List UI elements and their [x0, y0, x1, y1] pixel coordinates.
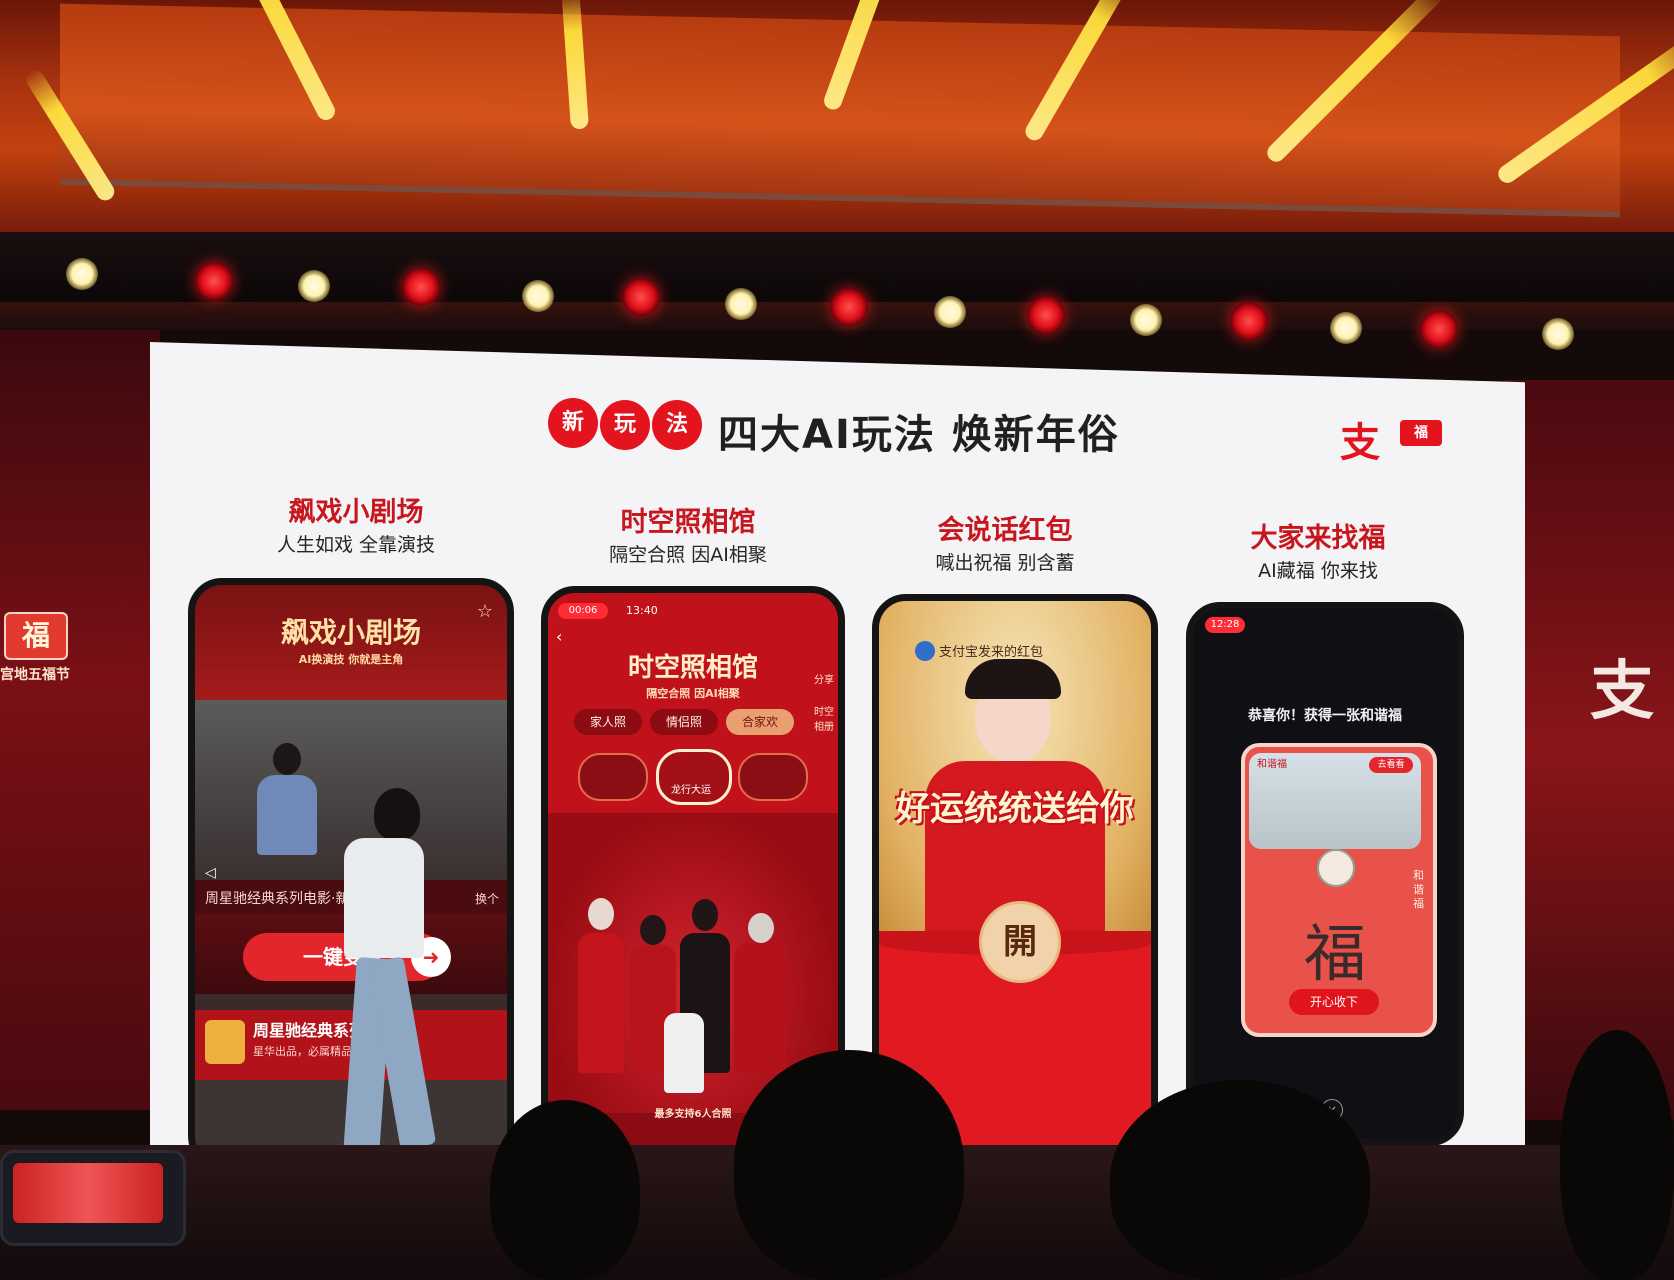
- red-stage-light: [195, 262, 233, 300]
- audience-head: [734, 1050, 964, 1280]
- stage-light: [934, 296, 966, 328]
- red-stage-light: [1420, 310, 1458, 348]
- stage-light: [1542, 318, 1574, 350]
- alipay-logo: 支: [1340, 420, 1380, 466]
- right-side-banner: [1505, 380, 1674, 1120]
- movie-card-subtitle: 星华出品，必属精品: [253, 1045, 352, 1058]
- collect-button[interactable]: 开心收下: [1289, 989, 1379, 1015]
- woman-hair: [965, 659, 1061, 699]
- album-label[interactable]: 时空相册: [814, 703, 834, 733]
- sender-avatar: [915, 641, 935, 661]
- envelope-sender: 支付宝发来的红包: [939, 645, 1044, 660]
- presenter-shirt: [344, 838, 424, 958]
- presenter-head: [374, 788, 420, 840]
- template-thumb[interactable]: [578, 753, 648, 801]
- swap-label[interactable]: 换个: [475, 890, 499, 907]
- back-icon[interactable]: ‹: [556, 627, 562, 646]
- tab-family-photo[interactable]: 家人照: [574, 709, 642, 735]
- column-title: 时空照相馆: [620, 507, 756, 538]
- left-side-banner: [0, 330, 160, 1110]
- audience-phone-screen: [13, 1163, 163, 1223]
- column-subtitle: 人生如戏 全靠演技: [276, 534, 436, 556]
- alipay-mark-right: 支: [1590, 655, 1654, 729]
- stage-light: [725, 288, 757, 320]
- fortune-character: 福: [1303, 917, 1366, 990]
- column-subtitle: 隔空合照 因AI相聚: [609, 544, 767, 566]
- fortune-headline: 恭喜你！获得一张和谐福: [1248, 708, 1402, 724]
- person-child: [664, 1013, 704, 1093]
- column-title: 大家来找福: [1250, 523, 1386, 554]
- audience-head: [1110, 1080, 1370, 1280]
- actor-figure: [257, 775, 317, 855]
- wufu-logo-text: 宫地五福节: [0, 667, 70, 683]
- column-title: 会说话红包: [937, 515, 1073, 546]
- actor-head: [273, 743, 301, 775]
- person-head: [748, 913, 774, 943]
- movie-poster-thumb: [205, 1020, 245, 1064]
- red-stage-light: [1230, 302, 1268, 340]
- person-head: [588, 898, 614, 930]
- volume-icon[interactable]: ◁: [205, 865, 216, 881]
- envelope-greeting: 好运统统送给你: [896, 789, 1134, 829]
- person-head: [692, 899, 718, 931]
- studio-tagline: 隔空合照 因AI相聚: [646, 687, 740, 700]
- fortune-card-top: 和谐福: [1257, 759, 1287, 770]
- column-title: 飙戏小剧场: [288, 497, 424, 528]
- favorite-star-icon[interactable]: ☆: [477, 601, 493, 622]
- recording-indicator: 00:06: [558, 603, 608, 619]
- drama-tagline: AI换演技 你就是主角: [298, 653, 404, 666]
- stage-light: [1130, 304, 1162, 336]
- audience-head: [1560, 1030, 1674, 1280]
- drama-header-title: 飙戏小剧场: [280, 616, 421, 649]
- person-grandma: [734, 943, 786, 1073]
- red-stage-light: [830, 288, 868, 326]
- badge-char: 新: [548, 398, 598, 448]
- audience-phone: [0, 1150, 186, 1246]
- status-time: 12:28: [1205, 617, 1245, 633]
- caption-text: 周星驰经典系列电影·新: [205, 891, 350, 907]
- share-label[interactable]: 分享: [814, 671, 834, 686]
- wufu-logo: 福: [4, 612, 68, 660]
- slide-title: 四大AI玩法 焕新年俗: [718, 412, 1120, 458]
- fortune-card-badge[interactable]: 去看看: [1369, 757, 1413, 773]
- red-stage-light: [402, 268, 440, 306]
- stage-light: [1330, 312, 1362, 344]
- wufu-mini-logo: 福: [1400, 420, 1442, 446]
- phone-find-fortune: 12:28 恭喜你！获得一张和谐福 和谐福 去看看 福 和谐福 开心收下 ×: [1186, 602, 1464, 1146]
- column-subtitle: AI藏福 你来找: [1258, 560, 1378, 582]
- studio-title: 时空照相馆: [627, 653, 758, 683]
- person-grandpa: [578, 933, 624, 1073]
- audience-head: [490, 1100, 640, 1280]
- tab-couple-photo[interactable]: 情侣照: [650, 709, 718, 735]
- red-stage-light: [1027, 296, 1065, 334]
- template-thumb[interactable]: [738, 753, 808, 801]
- template-thumb-selected[interactable]: [656, 749, 732, 805]
- stage-light: [298, 270, 330, 302]
- badge-char: 玩: [600, 400, 650, 450]
- open-envelope-button[interactable]: 開: [979, 901, 1061, 983]
- badge-char: 法: [652, 400, 702, 450]
- fortune-side-text: 和谐福: [1413, 869, 1424, 910]
- template-thumb-label: 龙行大运: [671, 785, 711, 796]
- red-stage-light: [622, 278, 660, 316]
- person-head: [640, 915, 666, 945]
- stage-light: [66, 258, 98, 290]
- column-subtitle: 喊出祝福 别含蓄: [935, 552, 1075, 574]
- stage-light: [522, 280, 554, 312]
- tab-reunion-photo[interactable]: 合家欢: [726, 709, 794, 735]
- fortune-emblem-icon: [1317, 849, 1355, 887]
- status-time: 13:40: [626, 604, 658, 617]
